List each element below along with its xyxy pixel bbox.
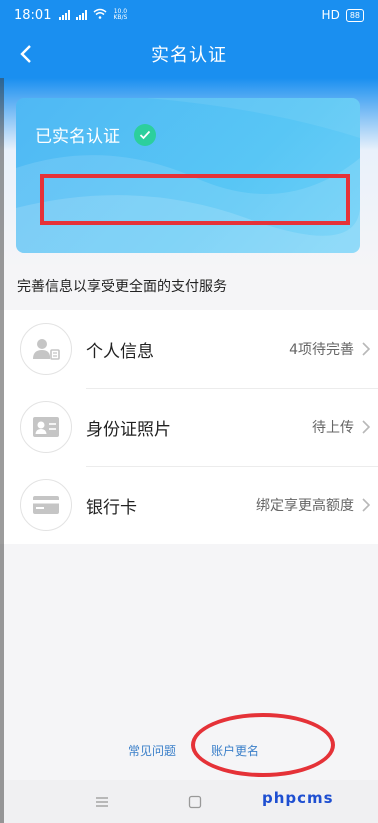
- back-button[interactable]: [8, 36, 44, 72]
- section-title: 完善信息以享受更全面的支付服务: [17, 279, 227, 295]
- network-speed: 10.0 KB/S: [113, 8, 128, 21]
- chevron-right-icon: [362, 342, 370, 356]
- list-item-label: 个人信息: [86, 341, 154, 362]
- status-bar: 18:01 10.0 KB/S HD 88: [0, 0, 378, 30]
- list-item-status: 4项待完善: [289, 342, 354, 358]
- menu-icon: [96, 797, 108, 807]
- signal-icon: [59, 10, 71, 20]
- id-card-icon: [20, 401, 72, 453]
- left-edge-shadow: [0, 78, 4, 823]
- wifi-icon: [93, 8, 107, 22]
- info-list: 个人信息 4项待完善 身份证照片 待上传 银行卡 绑定享更高额度: [0, 310, 378, 544]
- home-icon: [188, 795, 202, 809]
- faq-link[interactable]: 常见问题: [128, 742, 176, 759]
- watermark: phpcms: [262, 789, 334, 807]
- home-button[interactable]: [185, 792, 205, 812]
- list-item-status: 待上传: [312, 420, 354, 436]
- verification-card: 已实名认证: [16, 98, 360, 253]
- page-title: 实名认证: [151, 45, 227, 66]
- chevron-left-icon: [20, 45, 31, 63]
- redaction-box: [40, 174, 350, 225]
- verified-status: 已实名认证: [35, 122, 156, 147]
- list-item-status: 绑定享更高额度: [256, 498, 354, 514]
- annotation-circle: [191, 713, 335, 777]
- chevron-right-icon: [362, 498, 370, 512]
- bank-card-icon: [20, 479, 72, 531]
- list-item-label: 银行卡: [86, 497, 137, 518]
- list-item-bank-card[interactable]: 银行卡 绑定享更高额度: [0, 466, 378, 544]
- battery-icon: 88: [345, 8, 364, 22]
- chevron-right-icon: [362, 420, 370, 434]
- list-item-id-photo[interactable]: 身份证照片 待上传: [0, 388, 378, 466]
- list-item-label: 身份证照片: [86, 419, 171, 440]
- title-bar: 实名认证: [0, 30, 378, 78]
- clock: 18:01: [14, 7, 52, 23]
- hd-indicator: HD: [321, 8, 340, 22]
- check-icon: [134, 123, 156, 146]
- menu-button[interactable]: [92, 792, 112, 812]
- verified-label: 已实名认证: [35, 127, 120, 147]
- signal-icon-2: [76, 10, 88, 20]
- person-id-icon: [20, 323, 72, 375]
- list-item-personal-info[interactable]: 个人信息 4项待完善: [0, 310, 378, 388]
